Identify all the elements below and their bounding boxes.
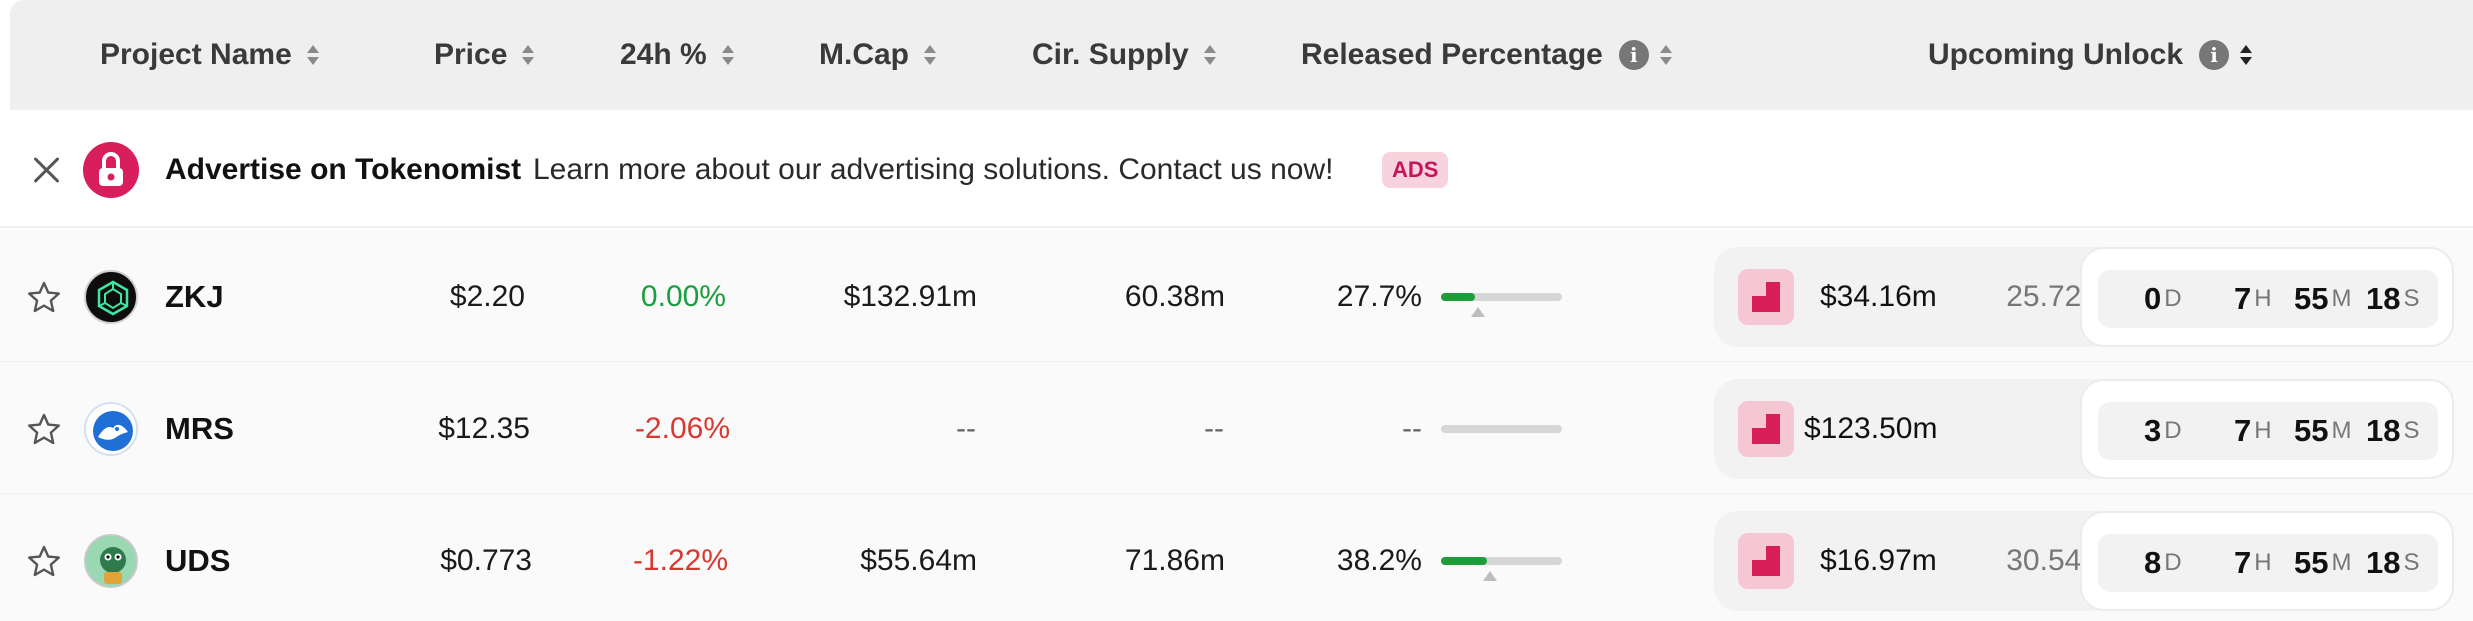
released-value: 27.7%	[1336, 279, 1422, 313]
timer-hours: 7	[2234, 545, 2252, 580]
market-cap-value: $55.64m	[860, 543, 977, 577]
table-row[interactable]: ZKJ $2.20 0.00% $132.91m 60.38m 27.7% $3…	[0, 230, 2473, 363]
countdown-timer: 3D 7H 55 M 18 S	[2080, 379, 2454, 479]
upcoming-unlock-card[interactable]: $16.97m 30.54% 8D 7H 55 M 18 S	[1714, 511, 2454, 611]
upcoming-unlock-card[interactable]: $34.16m 25.72% 0D 7H 55 M 18 S	[1714, 247, 2454, 347]
unlock-icon	[1738, 401, 1794, 457]
mrs-logo-icon	[84, 402, 138, 456]
upcoming-unlock-card[interactable]: $123.50m -- 3D 7H 55M 18S	[1714, 379, 2454, 479]
star-icon[interactable]	[26, 544, 62, 580]
zkj-logo-icon	[84, 270, 138, 324]
ads-badge: ADS	[1382, 152, 1449, 188]
released-progress-fill	[1441, 293, 1475, 301]
supply-value: 71.86m	[1124, 543, 1225, 577]
countdown-timer: 8D 7H 55 M 18 S	[2080, 511, 2454, 611]
unlock-icon	[1738, 533, 1794, 589]
market-cap-value: $132.91m	[843, 279, 977, 313]
info-icon[interactable]: i	[2199, 40, 2230, 70]
released-progress-fill	[1441, 557, 1488, 565]
column-header-price[interactable]: Price	[434, 0, 535, 110]
released-progress-bar	[1441, 425, 1562, 433]
table-row[interactable]: UDS $0.773 -1.22% $55.64m 71.86m 38.2% $…	[0, 494, 2473, 621]
column-header-upcoming-unlock[interactable]: Upcoming Unlock i	[1928, 0, 2253, 110]
column-header-circulating-supply[interactable]: Cir. Supply	[1032, 0, 1217, 110]
timer-hours: 7	[2234, 413, 2252, 448]
sort-icon[interactable]	[721, 43, 735, 67]
timer-minutes: 55	[2294, 545, 2329, 580]
unlock-icon	[1738, 269, 1794, 325]
price-value: $12.35	[438, 411, 530, 445]
table-row[interactable]: MRS $12.35 -2.06% -- -- -- $123.50m -- 3…	[0, 362, 2473, 495]
ad-banner[interactable]: Advertise on Tokenomist Learn more about…	[0, 112, 2473, 228]
price-value: $2.20	[449, 279, 525, 313]
market-cap-value: --	[956, 411, 976, 445]
timer-seconds: 18	[2366, 413, 2401, 448]
token-name[interactable]: MRS	[165, 362, 234, 495]
unlock-amount: $123.50m	[1804, 412, 1938, 445]
token-name[interactable]: UDS	[165, 494, 230, 621]
unlock-amount: $34.16m	[1820, 280, 1937, 313]
tokenomist-logo-icon	[83, 142, 139, 198]
sort-icon[interactable]	[306, 43, 320, 67]
timer-seconds: 18	[2366, 545, 2401, 580]
timer-days: 3	[2144, 413, 2162, 448]
change-value: -2.06%	[634, 411, 730, 445]
sort-icon[interactable]	[1659, 43, 1673, 67]
released-value: --	[1402, 411, 1422, 445]
released-progress-bar	[1441, 557, 1562, 581]
supply-value: --	[1204, 411, 1224, 445]
released-value: 38.2%	[1336, 543, 1422, 577]
supply-value: 60.38m	[1124, 279, 1225, 313]
unlock-amount: $16.97m	[1820, 544, 1937, 577]
uds-logo-icon	[84, 534, 138, 588]
change-value: -1.22%	[632, 543, 728, 577]
ad-title[interactable]: Advertise on Tokenomist	[165, 112, 521, 228]
timer-minutes: 55	[2294, 281, 2329, 316]
timer-days: 0	[2144, 281, 2162, 316]
timer-seconds: 18	[2366, 281, 2401, 316]
sort-icon[interactable]	[1203, 43, 1217, 67]
countdown-timer: 0D 7H 55 M 18 S	[2080, 247, 2454, 347]
unlock-marker-icon	[1470, 307, 1485, 317]
column-header-project-name[interactable]: Project Name	[100, 0, 320, 110]
ad-description[interactable]: Learn more about our advertising solutio…	[533, 112, 1333, 228]
star-icon[interactable]	[26, 280, 62, 316]
column-header-24h-change[interactable]: 24h %	[620, 0, 735, 110]
sort-icon[interactable]	[2239, 43, 2253, 67]
info-icon[interactable]: i	[1618, 40, 1649, 70]
close-icon[interactable]	[30, 153, 64, 187]
table-header: Project Name Price 24h % M.Cap Cir. Supp…	[10, 0, 2473, 110]
column-header-market-cap[interactable]: M.Cap	[819, 0, 937, 110]
column-header-released-percentage[interactable]: Released Percentage i	[1301, 0, 1673, 110]
timer-hours: 7	[2234, 281, 2252, 316]
timer-days: 8	[2144, 545, 2162, 580]
change-value: 0.00%	[640, 279, 726, 313]
unlock-marker-icon	[1483, 571, 1497, 581]
sort-icon[interactable]	[923, 43, 937, 67]
price-value: $0.773	[440, 543, 532, 577]
released-progress-bar	[1441, 293, 1562, 317]
token-name[interactable]: ZKJ	[165, 230, 224, 363]
star-icon[interactable]	[26, 412, 62, 448]
timer-minutes: 55	[2294, 413, 2329, 448]
sort-icon[interactable]	[521, 43, 535, 67]
